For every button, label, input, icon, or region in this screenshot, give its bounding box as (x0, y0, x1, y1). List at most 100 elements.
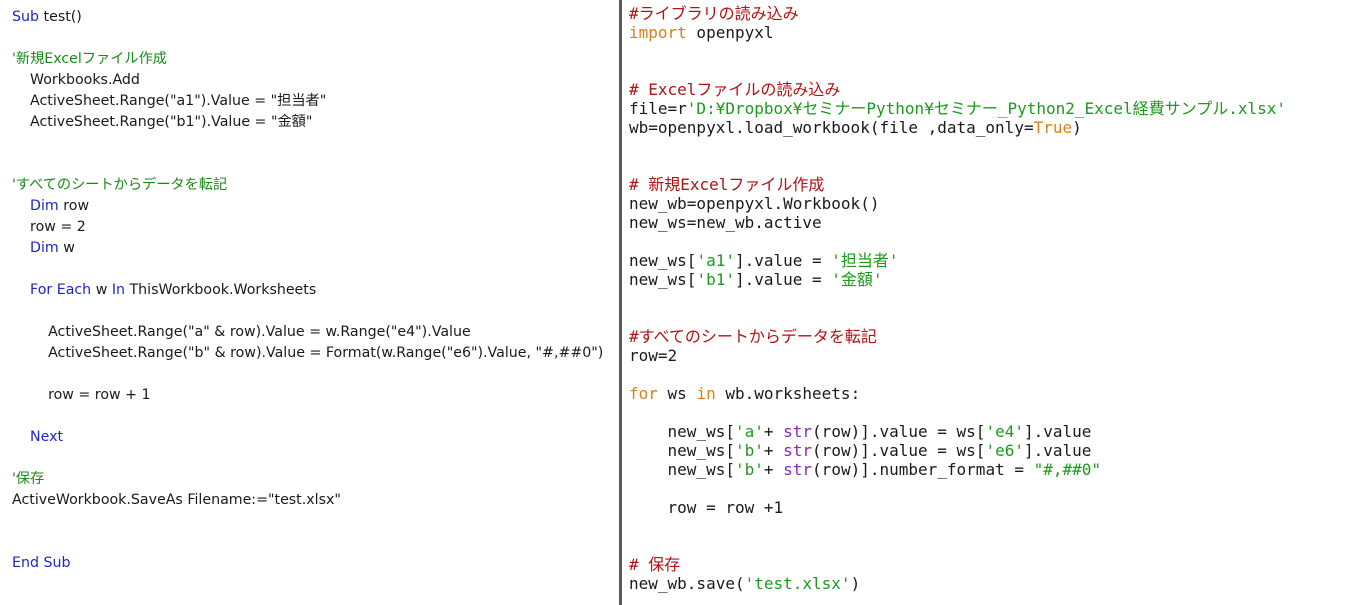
py-code-token: wb=openpyxl.load_workbook(file ,data_onl… (629, 118, 1034, 137)
py-comment-token: #ライブラリの読み込み (629, 4, 799, 23)
vba-keyword-token: Sub (12, 9, 40, 25)
py-code-line: import openpyxl (629, 23, 774, 42)
py-code-token: new_ws[ (629, 270, 697, 289)
py-code-token: new_ws[ (629, 441, 735, 460)
vba-code-line: 'すべてのシートからデータを転記 (12, 175, 227, 196)
py-comment-token: # 新規Excelファイル作成 (629, 175, 825, 194)
py-string-token: 'test.xlsx' (744, 574, 851, 593)
py-string-token: 'a' (734, 422, 764, 441)
py-code-token: ) (1072, 118, 1082, 137)
py-code-line: new_wb=openpyxl.Workbook() (629, 194, 879, 213)
py-code-token: ].value = (734, 251, 832, 270)
vba-code-token: row (58, 198, 90, 214)
vba-code-token: row = row + 1 (48, 387, 151, 403)
vba-keyword-token: Dim (30, 240, 59, 256)
py-code-token: new_wb.save( (629, 574, 745, 593)
vba-code-line: '新規Excelファイル作成 (12, 49, 167, 70)
py-string-token: 'b' (734, 441, 764, 460)
py-code-token: file=r (629, 99, 687, 118)
py-code-line: new_ws['b'+ str(row)].number_format = "#… (629, 460, 1102, 479)
py-code-line: file=r'D:¥Dropbox¥セミナーPython¥セミナー_Python… (629, 99, 1286, 118)
py-string-token: '金額' (831, 270, 883, 289)
py-builtin-token: str (783, 460, 813, 479)
py-code-token: ) (850, 574, 861, 593)
py-code-token: + (763, 422, 784, 441)
py-code-line: new_ws['b1'].value = '金額' (629, 270, 883, 289)
py-code-line: new_ws['a1'].value = '担当者' (629, 251, 899, 270)
py-builtin-token: str (783, 441, 813, 460)
py-code-line: new_ws['a'+ str(row)].value = ws['e4'].v… (629, 422, 1092, 441)
py-code-token: new_ws=new_wb.active (629, 213, 822, 232)
py-code-token: openpyxl (686, 23, 774, 42)
py-code-token: ].value = (734, 270, 832, 289)
vba-code-line: Next (12, 427, 63, 448)
vba-comment-token: '新規Excelファイル作成 (12, 51, 167, 67)
py-code-token: row=2 (629, 346, 678, 365)
vba-code-line: Dim row (12, 196, 89, 217)
py-comment-token: #すべてのシートからデータを転記 (629, 327, 877, 346)
vba-code-token: ActiveSheet.Range("b" & row).Value = For… (48, 345, 604, 361)
py-code-token: new_ws[ (629, 460, 735, 479)
py-comment-token: # Excelファイルの読み込み (629, 80, 841, 99)
vba-code-token: w (58, 240, 75, 256)
vba-code-token: ThisWorkbook.Worksheets (125, 282, 317, 298)
vba-keyword-token: Dim (30, 198, 59, 214)
py-code-token: ].value (1023, 441, 1092, 460)
vba-keyword-token: End Sub (12, 555, 71, 571)
vba-comment-token: 'すべてのシートからデータを転記 (12, 177, 228, 193)
py-keyword-token: in (696, 384, 716, 403)
py-keyword-token: for (629, 384, 658, 403)
py-string-token: 'a1' (696, 251, 735, 270)
vba-keyword-token: Next (30, 429, 64, 445)
py-code-token: + (763, 441, 784, 460)
py-code-token: ].value (1023, 422, 1092, 441)
vba-code-token: ActiveWorkbook.SaveAs Filename:="test.xl… (12, 492, 341, 508)
py-code-token: (row)].value = ws[ (812, 422, 986, 441)
py-code-line: row=2 (629, 346, 677, 365)
py-code-token: (row)].number_format = (812, 460, 1034, 479)
py-code-line: row = row +1 (629, 498, 784, 517)
vba-code-token: ActiveSheet.Range("b1").Value = "金額" (30, 114, 313, 130)
py-code-line: #ライブラリの読み込み (629, 4, 799, 23)
vba-code-line: Sub test() (12, 7, 82, 28)
python-code-pane[interactable]: #ライブラリの読み込み import openpyxl # Excelファイルの読み… (622, 0, 1362, 605)
py-string-token: '担当者' (831, 251, 899, 270)
py-string-token: 'b' (734, 460, 764, 479)
vba-code-line: row = 2 (12, 217, 86, 238)
vba-code-line: ActiveSheet.Range("b1").Value = "金額" (12, 112, 312, 133)
vba-code-token: w (91, 282, 112, 298)
py-code-line: for ws in wb.worksheets: (629, 384, 860, 403)
vba-code-pane[interactable]: Sub test() '新規Excelファイル作成 Workbooks.Add A… (0, 0, 619, 605)
py-comment-token: # 保存 (629, 555, 681, 574)
py-string-token: 'e6' (985, 441, 1024, 460)
py-code-line: # 新規Excelファイル作成 (629, 175, 824, 194)
py-code-token: new_wb=openpyxl.Workbook() (629, 194, 880, 213)
vba-code-line: ActiveSheet.Range("b" & row).Value = For… (12, 343, 603, 364)
py-keyword-token: import (629, 23, 687, 42)
vba-code-line: ActiveSheet.Range("a" & row).Value = w.R… (12, 322, 471, 343)
py-code-line: new_wb.save('test.xlsx') (629, 574, 860, 593)
py-string-token: "#,##0" (1033, 460, 1102, 479)
vba-code-token: row = 2 (30, 219, 86, 235)
vba-code-line: Workbooks.Add (12, 70, 140, 91)
vba-code-line: For Each w In ThisWorkbook.Worksheets (12, 280, 316, 301)
vba-code-line: End Sub (12, 553, 70, 574)
vba-keyword-token: In (111, 282, 125, 298)
py-code-line: new_ws['b'+ str(row)].value = ws['e6'].v… (629, 441, 1092, 460)
py-string-token: 'e4' (985, 422, 1024, 441)
py-code-token: new_ws[ (629, 422, 735, 441)
vba-code-token: ActiveSheet.Range("a1").Value = "担当者" (30, 93, 327, 109)
vba-code-token: test() (39, 9, 82, 25)
py-code-token: row = row +1 (629, 498, 784, 517)
vba-code-token: ActiveSheet.Range("a" & row).Value = w.R… (48, 324, 471, 340)
py-builtin-token: str (783, 422, 813, 441)
py-code-token: + (763, 460, 784, 479)
